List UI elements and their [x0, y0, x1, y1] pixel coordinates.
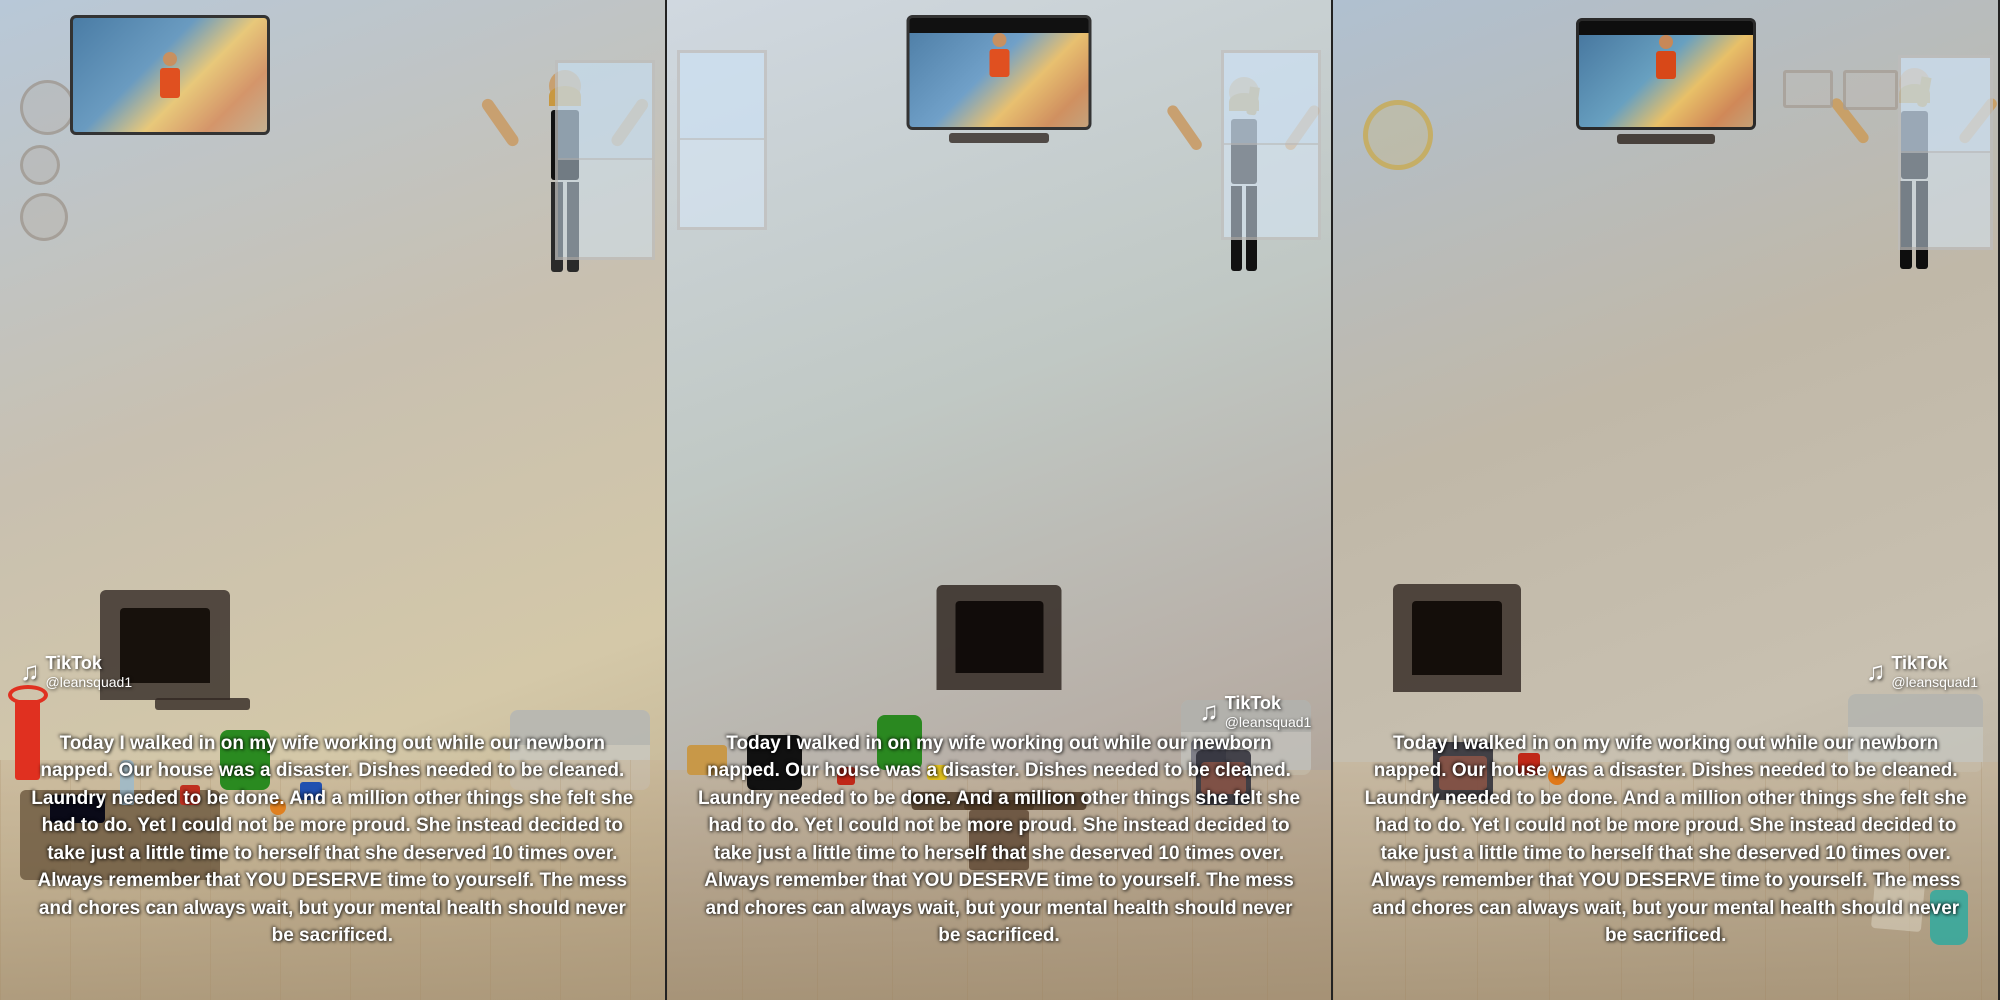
- video-panel-2: ♫ TikTok @leansquad1 Today I walked in o…: [667, 0, 1334, 1000]
- tv-screen-3: [1579, 35, 1753, 130]
- toy-yellow-2: [927, 765, 947, 780]
- baby-bouncer-2: [1196, 750, 1251, 805]
- tiktok-label-1: TikTok: [46, 653, 102, 673]
- tv-frame-2: [907, 15, 1092, 130]
- wall-circle-small: [20, 145, 60, 185]
- tv-frame-3: [1576, 18, 1756, 130]
- wall-decor-left: [20, 80, 75, 241]
- figure-body-3: [1656, 51, 1676, 79]
- wall-frame-right: [1843, 70, 1898, 110]
- bouncer-seat-2: [1201, 762, 1246, 794]
- toy-red-2: [837, 767, 855, 785]
- tv-figure-2: [910, 33, 1089, 77]
- table-item-scale: [50, 795, 105, 823]
- room-background-1: [0, 0, 665, 1000]
- toy-blue: [300, 782, 322, 800]
- wall-circle: [20, 80, 75, 135]
- tiktok-handle-1: @leansquad1: [46, 674, 133, 690]
- tv-screen-2: [910, 33, 1089, 130]
- wall-circle-med: [20, 193, 68, 241]
- table-item-bottle: [120, 760, 134, 805]
- room-background-2: [667, 0, 1332, 1000]
- tiktok-label-3: TikTok: [1891, 653, 1947, 673]
- sofa-3: [1848, 694, 1983, 772]
- fireplace-2: [937, 585, 1062, 690]
- tiktok-label-2: TikTok: [1225, 693, 1281, 713]
- sofa-back-3: [1848, 694, 1983, 727]
- toy-orange: [270, 799, 286, 815]
- arm-l-2: [1166, 103, 1205, 152]
- tv-screen: [73, 18, 267, 132]
- figure-head-2: [992, 33, 1006, 47]
- tiktok-watermark-1: ♫ TikTok @leansquad1: [20, 653, 132, 690]
- tiktok-handle-2: @leansquad1: [1225, 714, 1312, 730]
- window-3: [1898, 55, 1993, 250]
- sofa-back: [510, 710, 650, 745]
- tiktok-watermark-3: ♫ TikTok @leansquad1: [1866, 653, 1978, 690]
- chair-seat: [969, 810, 1029, 870]
- tiktok-watermark-2: ♫ TikTok @leansquad1: [1199, 693, 1311, 730]
- toy-dino: [220, 730, 270, 790]
- tv: [70, 15, 250, 135]
- toy-flower-2: [687, 745, 727, 775]
- fireplace-inner: [120, 608, 210, 683]
- video-panel-1: ♫ TikTok @leansquad1 Today I walked in o…: [0, 0, 667, 1000]
- snack-bag: [1871, 878, 1925, 932]
- window-right-2: [1221, 50, 1321, 240]
- video-panel-3: ♫ TikTok @leansquad1 Today I walked in o…: [1333, 0, 2000, 1000]
- cup-teal: [1930, 890, 1968, 945]
- fireplace-3: [1393, 584, 1521, 692]
- tiktok-icon-1: ♫: [20, 656, 40, 687]
- tv-stand: [155, 698, 250, 710]
- tiktok-brand-3: TikTok @leansquad1: [1891, 653, 1978, 690]
- baby-bouncer-3: [1433, 742, 1493, 800]
- bouncer-seat-3: [1439, 756, 1487, 790]
- wall-circle-gold: [1363, 100, 1433, 170]
- room-background-3: [1333, 0, 1998, 1000]
- figure-head-3: [1659, 35, 1673, 49]
- fireplace-inner-2: [955, 601, 1043, 673]
- tv-figure-3: [1579, 35, 1753, 79]
- tiktok-icon-2: ♫: [1199, 696, 1219, 727]
- toy-red: [180, 785, 200, 805]
- tv-frame: [70, 15, 270, 135]
- window-top-2: [680, 53, 764, 140]
- tiktok-icon-3: ♫: [1866, 656, 1886, 687]
- toy-red-3: [1518, 753, 1540, 775]
- tiktok-brand-2: TikTok @leansquad1: [1225, 693, 1312, 730]
- tv-3: [1576, 18, 1756, 130]
- table-top-2: [912, 792, 1087, 810]
- tv-stand-2: [949, 133, 1049, 143]
- air-fryer: [747, 735, 802, 790]
- fireplace-inner-3: [1412, 601, 1502, 675]
- toy-hoop-post: [15, 700, 40, 780]
- tv-stand-3: [1617, 134, 1715, 144]
- figure-head: [163, 52, 177, 66]
- tv-workout-figure: [160, 52, 180, 98]
- figure-body: [160, 68, 180, 98]
- tiktok-handle-3: @leansquad1: [1891, 674, 1978, 690]
- window: [555, 60, 655, 260]
- chair: [964, 800, 1034, 870]
- left-arm: [479, 97, 520, 149]
- tv-2: [907, 15, 1092, 130]
- window-top-3: [1901, 58, 1990, 153]
- toy-dino-2: [877, 715, 922, 770]
- figure-body-2: [989, 49, 1009, 77]
- window-top: [558, 63, 652, 160]
- tiktok-brand-1: TikTok @leansquad1: [46, 653, 133, 690]
- window-right-top-2: [1224, 53, 1318, 145]
- window-2: [677, 50, 767, 230]
- wall-frame-mid: [1783, 70, 1833, 108]
